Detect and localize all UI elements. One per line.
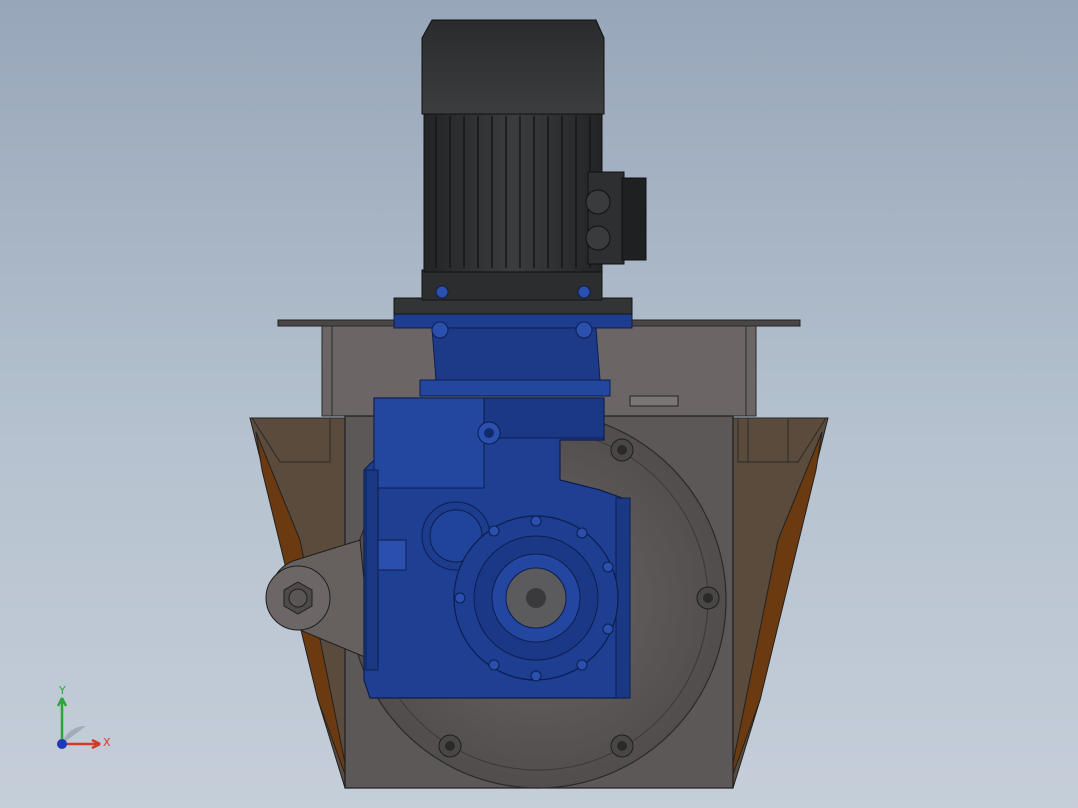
y-axis-arrow	[56, 697, 68, 744]
z-axis-dot	[57, 739, 67, 749]
housing-bolt	[696, 586, 720, 610]
y-axis-label: Y	[59, 684, 66, 697]
x-axis-arrow	[62, 738, 101, 750]
cad-viewport[interactable]: Y X	[0, 0, 1078, 808]
x-axis-label: X	[103, 736, 111, 749]
housing-bolt	[438, 734, 462, 758]
housing-bolt	[610, 734, 634, 758]
motor	[393, 19, 647, 315]
housing-bolt	[610, 438, 634, 462]
gear-motor-assembly-model	[249, 19, 829, 789]
coordinate-triad: Y X	[52, 684, 122, 756]
